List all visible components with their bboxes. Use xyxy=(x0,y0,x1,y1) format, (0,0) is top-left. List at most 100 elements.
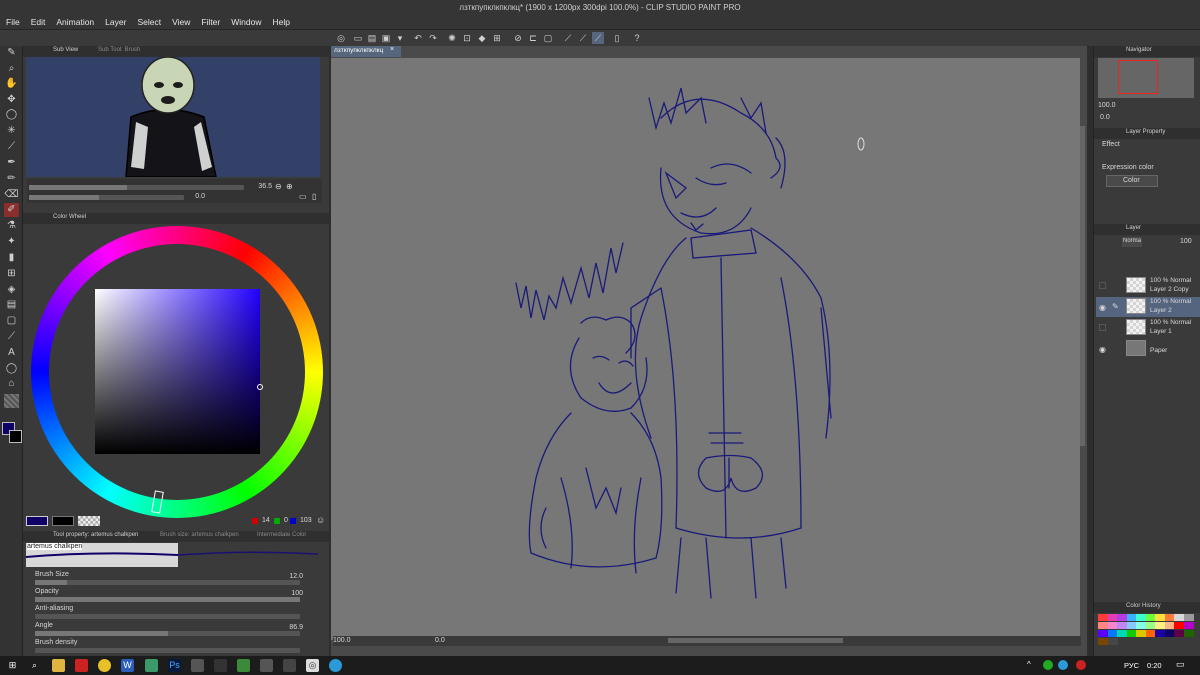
visibility-toggle[interactable] xyxy=(1099,282,1106,289)
menu-select[interactable]: Select xyxy=(131,15,166,27)
color-history-swatch[interactable] xyxy=(1164,630,1175,637)
decoration-icon[interactable]: ✦ xyxy=(4,235,19,249)
tab-layer[interactable]: Layer xyxy=(1126,225,1141,231)
color-history-swatch[interactable] xyxy=(1164,622,1175,629)
menu-layer[interactable]: Layer xyxy=(99,15,131,27)
color-history-swatch[interactable] xyxy=(1126,622,1137,629)
text-tool-icon[interactable]: A xyxy=(4,346,19,360)
color-swatch-main[interactable] xyxy=(26,516,48,526)
color-history-swatch[interactable] xyxy=(1145,630,1156,637)
minecraft-icon[interactable] xyxy=(237,659,250,672)
tab-navigator[interactable]: Navigator xyxy=(1126,47,1152,53)
color-history-swatch[interactable] xyxy=(1155,614,1165,621)
tab-brush-size[interactable]: Brush size: artemus chalkpen xyxy=(160,532,239,538)
settings-icon[interactable]: ☺ xyxy=(316,515,325,525)
brush-property-row[interactable]: Angle 86.9 xyxy=(23,620,329,637)
ruler-icon[interactable]: ⟋ xyxy=(562,32,574,44)
color-history-swatch[interactable] xyxy=(1117,622,1127,629)
app-icon-2[interactable] xyxy=(145,659,158,672)
color-history-swatch[interactable] xyxy=(1098,614,1108,621)
app-icon-1[interactable] xyxy=(75,659,88,672)
tab-sub-view[interactable]: Sub View xyxy=(53,47,78,53)
fill-tool-icon[interactable]: ◈ xyxy=(4,283,19,297)
search-icon[interactable]: ⌕ xyxy=(28,659,41,672)
brush-property-slider[interactable] xyxy=(35,580,300,585)
sub-view-zoom-slider[interactable] xyxy=(29,185,244,190)
color-history-swatch[interactable] xyxy=(1174,614,1184,621)
color-history-swatch[interactable] xyxy=(1183,630,1194,637)
lasso-tool-icon[interactable]: ◯ xyxy=(4,108,19,122)
sub-color-swatch[interactable] xyxy=(9,430,22,443)
color-history-swatch[interactable] xyxy=(1126,614,1137,621)
tray-app-icon-2[interactable] xyxy=(1076,660,1086,670)
zoom-out-icon[interactable]: ⊖ xyxy=(275,182,282,191)
telegram-icon[interactable] xyxy=(329,659,342,672)
color-history-swatch[interactable] xyxy=(1155,622,1165,629)
color-history-swatch[interactable] xyxy=(1174,622,1184,629)
pattern-icon[interactable] xyxy=(4,394,19,408)
menu-view[interactable]: View xyxy=(166,15,195,27)
brush-property-slider[interactable] xyxy=(35,648,300,653)
menu-filter[interactable]: Filter xyxy=(195,15,225,27)
color-history-swatch[interactable] xyxy=(1098,622,1108,629)
visibility-toggle[interactable] xyxy=(1099,324,1106,331)
brush-property-row[interactable]: Anti-aliasing xyxy=(23,603,329,620)
frame-icon[interactable]: ▢ xyxy=(4,314,19,328)
ruler-tool-icon[interactable]: ⟋ xyxy=(4,330,19,344)
tab-color-wheel[interactable]: Color Wheel xyxy=(53,214,86,220)
color-history-swatch[interactable] xyxy=(1174,630,1184,637)
menu-animation[interactable]: Animation xyxy=(50,15,99,27)
sub-view-image[interactable] xyxy=(26,57,320,177)
open-icon[interactable]: ▤ xyxy=(366,32,378,44)
eye-icon[interactable]: ◉ xyxy=(1099,345,1106,354)
zoom-tool-icon[interactable]: ⌕ xyxy=(4,62,19,76)
navigator-preview[interactable] xyxy=(1098,58,1194,98)
snap-icon[interactable]: ⟋ xyxy=(577,32,589,44)
language-indicator[interactable]: РУС xyxy=(1124,661,1139,670)
brush-property-slider[interactable] xyxy=(35,614,300,619)
canvas-tab[interactable]: лзткпупклкпклкц × xyxy=(331,46,401,57)
color-history-swatch[interactable] xyxy=(1136,614,1146,621)
menu-file[interactable]: File xyxy=(0,15,25,27)
tray-app-icon[interactable] xyxy=(1043,660,1053,670)
color-swatch-sub[interactable] xyxy=(52,516,74,526)
color-history-swatch[interactable] xyxy=(1107,614,1118,621)
tray-chevron-icon[interactable]: ^ xyxy=(1027,660,1031,669)
redo-icon[interactable]: ↷ xyxy=(427,32,439,44)
drawing-canvas[interactable] xyxy=(331,58,1080,640)
file-explorer-icon[interactable] xyxy=(52,659,65,672)
pencil-icon[interactable]: ✏ xyxy=(4,172,19,186)
gradient-icon[interactable]: ▤ xyxy=(4,298,19,312)
layer-row[interactable]: 100 % Normal Layer 2 Copy xyxy=(1096,276,1200,296)
correct-line-icon[interactable]: ⌂ xyxy=(4,377,19,391)
color-history-swatch[interactable] xyxy=(1117,614,1127,621)
sub-view-rotate-slider[interactable] xyxy=(29,195,184,200)
open-folder-icon[interactable]: ▭ xyxy=(299,192,307,201)
brush-tool-icon[interactable]: ✐ xyxy=(4,203,19,217)
color-history-swatch[interactable] xyxy=(1183,614,1194,621)
saturation-value-square[interactable] xyxy=(95,289,260,454)
tray-telegram-icon[interactable] xyxy=(1058,660,1068,670)
clear-icon[interactable]: ✺ xyxy=(446,32,458,44)
app-icon-4[interactable] xyxy=(214,659,227,672)
chrome-icon[interactable] xyxy=(98,659,111,672)
color-history-swatch[interactable] xyxy=(1098,638,1108,645)
transform-icon[interactable]: ⊞ xyxy=(491,32,503,44)
app-icon-3[interactable] xyxy=(191,659,204,672)
dropdown-icon[interactable]: ▾ xyxy=(394,32,406,44)
clear-outside-icon[interactable]: ⊡ xyxy=(461,32,473,44)
brush-property-row[interactable]: Brush density xyxy=(23,637,329,654)
snap-active-icon[interactable]: ⟋ xyxy=(592,32,604,44)
color-history-swatch[interactable] xyxy=(1126,630,1137,637)
eye-icon[interactable]: ◉ xyxy=(1099,303,1106,312)
fill-icon[interactable]: ◆ xyxy=(476,32,488,44)
eyedropper-icon[interactable]: ⟋ xyxy=(4,140,19,154)
color-history-swatch[interactable] xyxy=(1098,630,1108,637)
clock[interactable]: 0:20 xyxy=(1147,661,1162,670)
magic-wand-icon[interactable]: ✳ xyxy=(4,124,19,138)
layer-row[interactable]: ◉ ✎ 100 % Normal Layer 2 xyxy=(1096,297,1200,317)
blend-mode-select[interactable]: Normal xyxy=(1122,237,1142,247)
color-history-swatch[interactable] xyxy=(1155,630,1165,637)
close-tab-icon[interactable]: × xyxy=(390,46,394,53)
tab-sub-tool[interactable]: Sub Tool: Brush xyxy=(98,47,140,53)
